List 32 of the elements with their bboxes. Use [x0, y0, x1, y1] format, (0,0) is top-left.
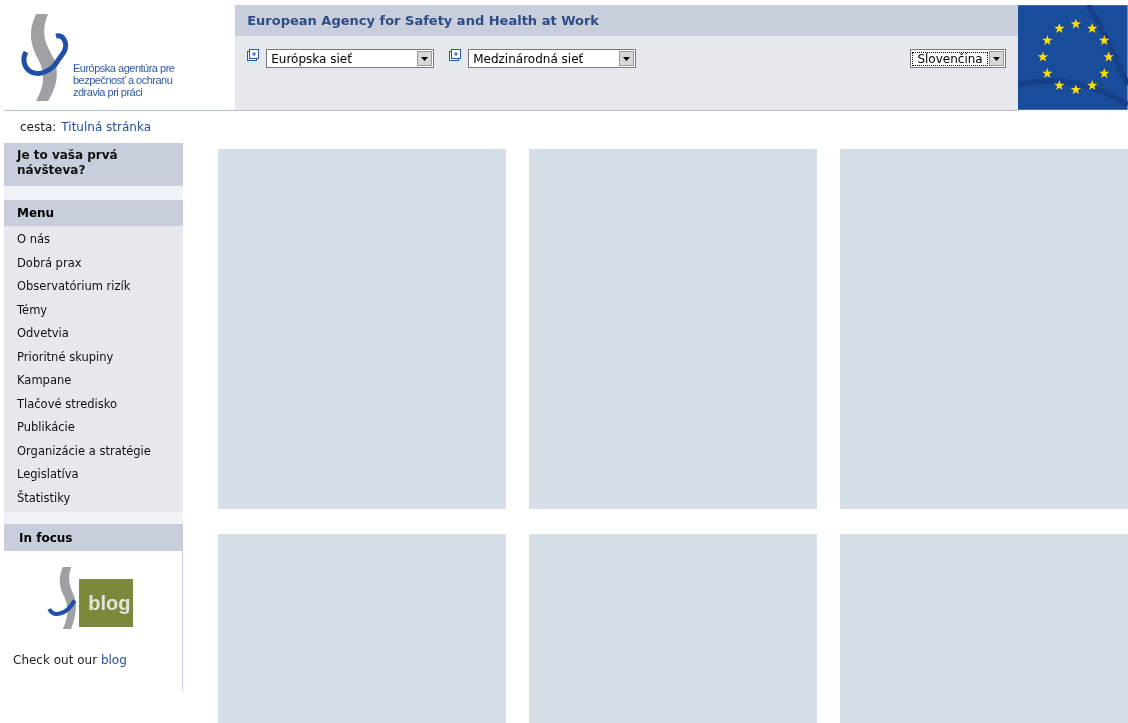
logo-text: zdravia pri práci — [73, 86, 144, 98]
dropdown[interactable]: Slovenčina — [910, 49, 1007, 68]
site-title: European Agency for Safety and Health at Work — [247, 11, 600, 30]
flag-icon — [1018, 5, 1128, 110]
in-focus-header: In focus — [4, 524, 183, 551]
caret-icon — [619, 51, 635, 66]
menu-item[interactable]: Odvetvia — [4, 322, 183, 346]
first-visit-header[interactable]: Je to vaša prvá návšteva? — [4, 143, 183, 186]
logo-text: bezpečnosť a ochranu — [73, 74, 174, 86]
blog-link[interactable]: blog — [100, 653, 127, 667]
dropdown[interactable]: Medzinárodná sieť — [468, 49, 637, 68]
menu-item[interactable]: Štatistiky — [4, 486, 183, 510]
menu-item[interactable]: Dobrá prax — [4, 251, 183, 275]
menu-item[interactable]: Legislatíva — [4, 463, 183, 487]
window-icon — [247, 49, 260, 61]
breadcrumb-label: cesta: — [20, 119, 57, 136]
menu-item[interactable]: O nás — [4, 228, 183, 252]
caret-icon — [417, 51, 433, 66]
window-icon — [449, 49, 462, 61]
blog-text: Check out our blog — [12, 652, 128, 669]
breadcrumb-link[interactable]: Titulná stránka — [61, 118, 151, 136]
menu-item[interactable]: Organizácie a stratégie — [4, 439, 183, 463]
menu-item[interactable]: Prioritné skupiny — [4, 345, 183, 369]
menu-item[interactable]: Tlačové stredisko — [4, 392, 183, 416]
menu-item[interactable]: Kampane — [4, 369, 183, 393]
menu-item[interactable]: Observatórium rizík — [4, 275, 183, 299]
menu-item[interactable]: Témy — [4, 298, 183, 322]
caret-icon — [989, 51, 1005, 66]
logo-text: Európska agentúra pre — [73, 62, 175, 74]
dropdown[interactable]: Európska sieť — [266, 49, 435, 68]
menu-item[interactable]: Publikácie — [4, 416, 183, 440]
menu-header: Menu — [4, 200, 183, 226]
